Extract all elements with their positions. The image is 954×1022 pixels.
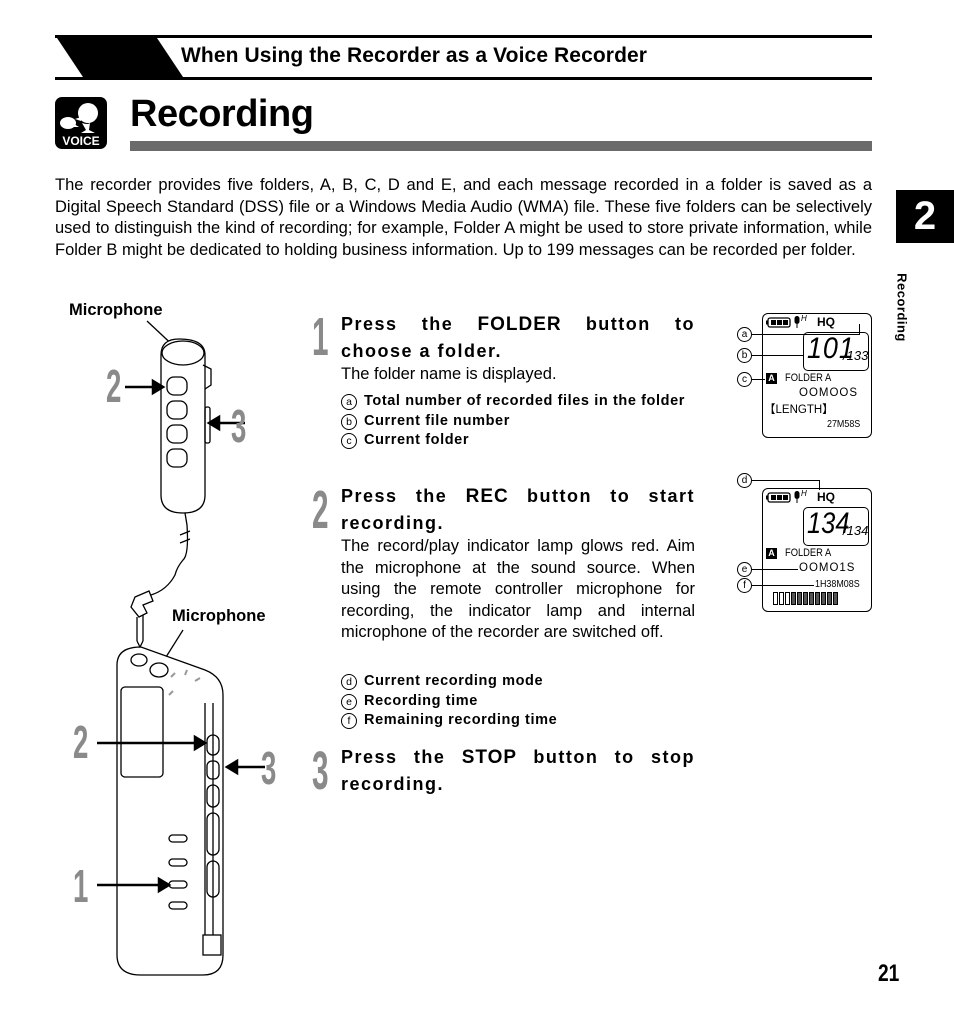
legend-mark: b — [341, 413, 357, 430]
mic-sensitivity: H — [801, 314, 807, 323]
level-segment — [815, 592, 820, 605]
level-segment — [827, 592, 832, 605]
level-segment — [773, 592, 778, 605]
level-segment — [833, 592, 838, 605]
header-rule-bottom — [55, 77, 872, 80]
step-heading: Press the REC button to start recording. — [341, 483, 695, 536]
step-body: The folder name is displayed. — [341, 365, 557, 383]
legend-item: e Recording time — [341, 692, 695, 712]
file-length: 27M58S — [827, 418, 861, 430]
title-underline — [130, 141, 872, 151]
callout-leader — [859, 324, 860, 335]
button-keyword: REC — [465, 486, 509, 507]
callout-e: e — [737, 562, 752, 577]
step-number: 1 — [312, 307, 329, 367]
level-segment — [821, 592, 826, 605]
legend-text: Recording time — [364, 692, 478, 709]
arrow-label: 2 — [73, 716, 89, 768]
callout-leader — [752, 480, 820, 481]
legend-mark: c — [341, 433, 357, 449]
folder-icon: A — [766, 373, 777, 384]
level-segment — [803, 592, 808, 605]
legend-text: Remaining recording time — [364, 712, 558, 728]
total-files: /134 — [843, 523, 869, 538]
folder-icon: A — [766, 548, 777, 559]
legend-text: Current file number — [364, 412, 510, 429]
level-segment — [809, 592, 814, 605]
level-segment — [785, 592, 790, 605]
button-keyword: STOP — [461, 747, 518, 768]
legend-list: d Current recording mode e Recording time … — [341, 672, 695, 731]
svg-text:VOICE: VOICE — [62, 134, 99, 148]
step-number: 3 — [312, 741, 329, 801]
level-segment — [779, 592, 784, 605]
intro-paragraph: The recorder provides five folders, A, B… — [55, 176, 872, 259]
length-label: 【LENGTH】 — [764, 404, 834, 416]
callout-leader — [819, 480, 820, 490]
legend-item: b Current file number — [341, 412, 695, 432]
page-title: Recording — [130, 93, 314, 135]
callout-leader — [752, 355, 804, 356]
page-number: 21 — [878, 960, 900, 987]
step-heading-pre: Press the — [341, 747, 462, 767]
legend-text: Current folder — [364, 432, 470, 448]
microphone-icon — [794, 491, 800, 503]
level-meter — [773, 592, 838, 605]
step-number: 2 — [312, 480, 329, 540]
callout-a: a — [737, 327, 752, 342]
legend-mark: d — [341, 674, 357, 690]
record-mode: HQ — [817, 490, 835, 504]
legend-mark: e — [341, 693, 357, 710]
step-heading: Press the STOP button to stop recording. — [341, 744, 695, 797]
chapter-tab: 2 — [896, 190, 954, 243]
legend-item: d Current recording mode — [341, 672, 695, 692]
step-heading: Press the FOLDER button to choose a fold… — [341, 311, 695, 364]
legend-item: f Remaining recording time — [341, 711, 695, 731]
folder-name: FOLDER A — [785, 372, 832, 384]
device-illustration: Microphone Microphone 2 3 2 3 1 — [55, 295, 305, 995]
record-mode: HQ — [817, 315, 835, 329]
arrow-label: 1 — [73, 860, 89, 912]
arrow-label: 2 — [106, 360, 122, 412]
legend-text: Current recording mode — [364, 673, 544, 689]
legend-list: a Total number of recorded files in the f… — [341, 392, 695, 451]
lcd-display-folder: H HQ 101 /133 A FOLDER A OOMOOS 【LENGTH】… — [762, 313, 872, 438]
legend-text: Total number of recorded files in the fo… — [364, 393, 685, 409]
folder-name: FOLDER A — [785, 547, 832, 559]
step-heading-pre: Press the — [341, 486, 466, 506]
voice-icon: VOICE — [55, 97, 107, 149]
callout-leader — [752, 379, 765, 380]
arrow-label: 3 — [261, 742, 277, 794]
lcd-display-recording: H HQ 134 /134 A FOLDER A OOMO1S 1H38M08S — [762, 488, 872, 612]
battery-icon — [766, 492, 791, 503]
header-wedge — [55, 35, 185, 80]
callout-f: f — [737, 578, 752, 593]
section-title: When Using the Recorder as a Voice Recor… — [181, 44, 648, 67]
callout-c: c — [737, 372, 752, 387]
total-files: /133 — [843, 348, 869, 363]
legend-mark: f — [341, 713, 357, 729]
legend-mark: a — [341, 394, 357, 410]
elapsed-time: OOMOOS — [799, 387, 859, 399]
step-body: The record/play indicator lamp glows red… — [341, 537, 695, 641]
level-segment — [797, 592, 802, 605]
button-keyword: FOLDER — [477, 314, 562, 335]
step-heading-pre: Press the — [341, 314, 478, 334]
remaining-time: 1H38M08S — [815, 578, 860, 590]
callout-d: d — [737, 473, 752, 488]
callout-leader — [752, 569, 798, 570]
callout-b: b — [737, 348, 752, 363]
arrow-label: 3 — [231, 400, 247, 452]
callout-leader — [752, 334, 860, 335]
legend-item: c Current folder — [341, 431, 695, 451]
battery-icon — [766, 317, 791, 328]
chapter-label: Recording — [894, 273, 910, 342]
microphone-icon — [794, 316, 800, 328]
level-segment — [791, 592, 796, 605]
legend-item: a Total number of recorded files in the f… — [341, 392, 695, 412]
device-drawing — [97, 320, 265, 976]
mic-sensitivity: H — [801, 489, 807, 498]
recording-time: OOMO1S — [799, 562, 856, 574]
callout-leader — [752, 585, 814, 586]
